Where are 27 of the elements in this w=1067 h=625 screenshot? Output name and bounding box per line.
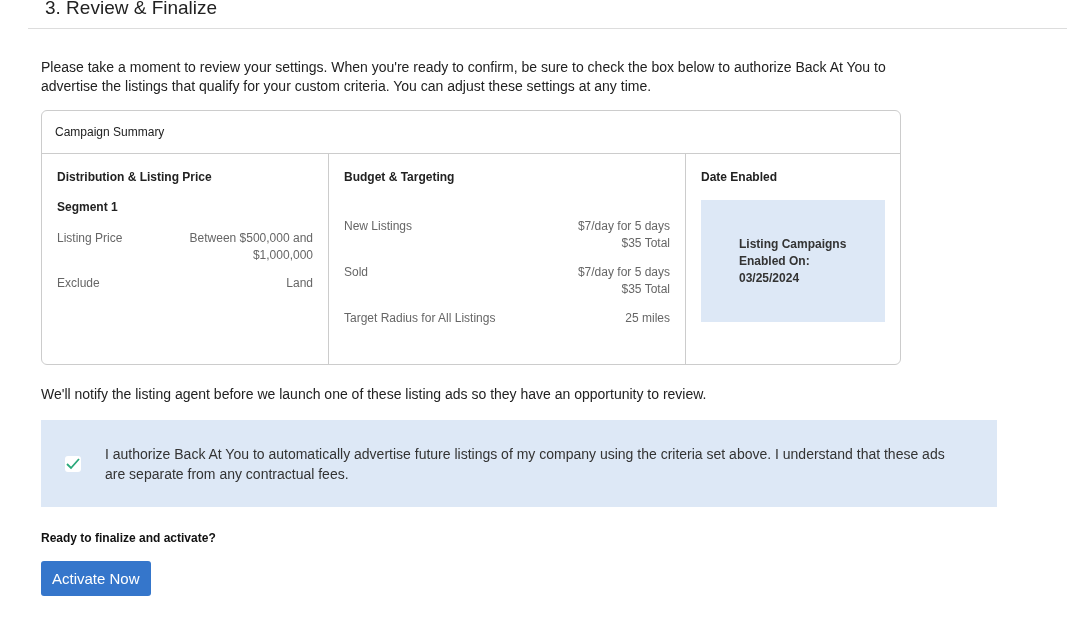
row-label: Listing Price (57, 230, 123, 247)
authorize-checkbox[interactable] (65, 455, 81, 472)
row-value: Between $500,000 and $1,000,000 (188, 230, 313, 264)
row-label: New Listings (344, 218, 413, 235)
row-label: Sold (344, 264, 369, 281)
row-total: $35 Total (621, 281, 670, 298)
row-total: $35 Total (621, 235, 670, 252)
intro-paragraph: Please take a moment to review your settings. When you're ready to confirm, be sure to check the box below to authorize Back At You to advertise the listings that qualify for your custom criteria. You can adjust these settings at any time. (41, 58, 887, 96)
date-line: Listing Campaigns (739, 235, 848, 253)
card-title: Campaign Summary (42, 111, 900, 154)
row-value: $7/day for 5 days (577, 264, 670, 281)
date-line: Enabled On: (739, 252, 811, 270)
segment-title: Segment 1 (57, 200, 119, 214)
row-value: 25 miles (625, 310, 670, 327)
row-value: Land (285, 275, 313, 292)
column-title: Date Enabled (701, 170, 779, 184)
row-value: $7/day for 5 days (577, 218, 670, 235)
date-line: 03/25/2024 (739, 269, 801, 287)
row-label: Exclude (57, 275, 100, 292)
activate-button[interactable]: Activate Now (41, 561, 151, 596)
column-title: Budget & Targeting (344, 170, 456, 184)
row-label: Target Radius for All Listings (344, 310, 496, 327)
notice-text: We'll notify the listing agent before we launch one of these listing ads so they have an opportunity to review. (41, 386, 708, 402)
column-title: Distribution & Listing Price (57, 170, 213, 184)
section-heading: 3. Review & Finalize (45, 0, 219, 18)
ready-prompt: Ready to finalize and activate? (41, 531, 217, 545)
authorization-text: I authorize Back At You to automatically advertise future listings of my company using the criteria set above. I understand that these ads are separate from any contractual fees. (105, 444, 946, 484)
